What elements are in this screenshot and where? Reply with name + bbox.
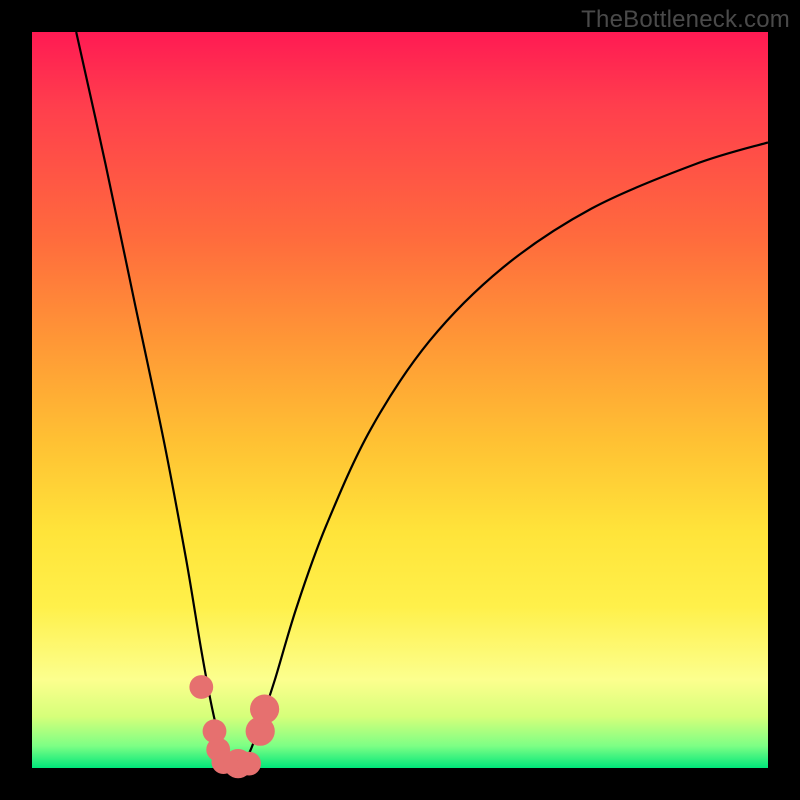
curve-marker [189,675,213,699]
curve-marker [250,695,279,724]
bottleneck-curve [76,32,768,770]
chart-plot-area [32,32,768,768]
chart-frame: TheBottleneck.com [0,0,800,800]
watermark-text: TheBottleneck.com [581,6,790,34]
chart-svg [32,32,768,768]
curve-markers [189,675,279,778]
curve-marker [237,752,261,776]
